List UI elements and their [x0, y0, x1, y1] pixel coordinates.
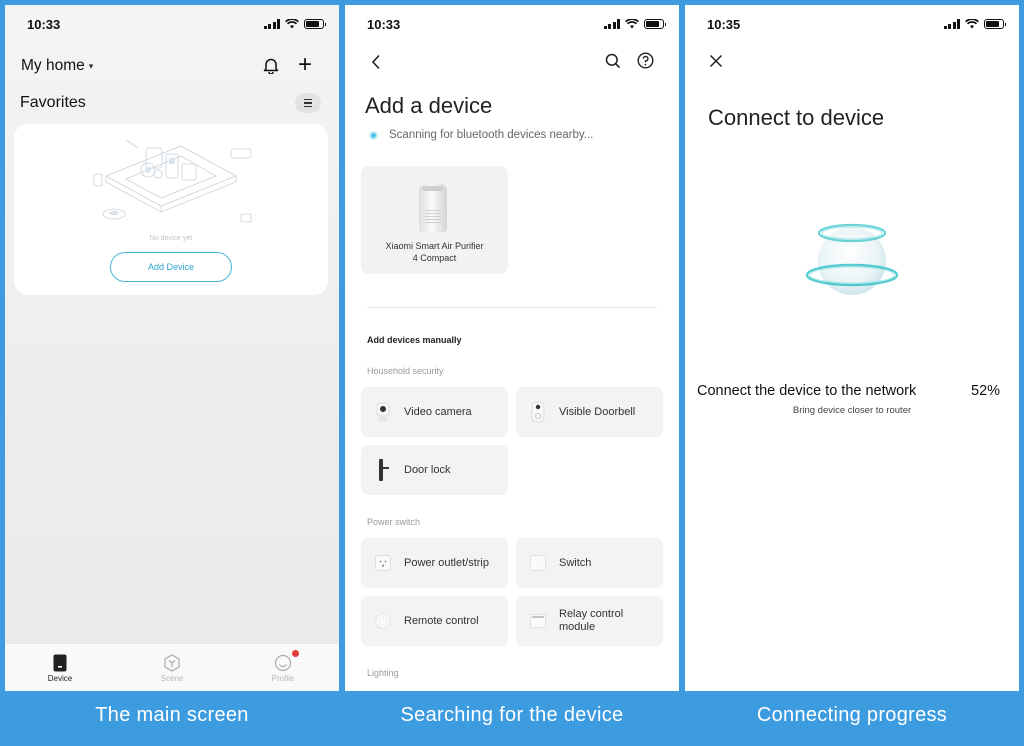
power-outlet-icon: [375, 551, 391, 575]
scanning-indicator-icon: [369, 130, 378, 140]
category-power-switch: Power switch: [367, 517, 421, 527]
relay-module-icon: [530, 609, 546, 633]
main-screen: 10:33 My home ▾ + Favorites No device ye…: [5, 5, 339, 691]
connecting-orb-icon: [805, 223, 899, 295]
tab-profile[interactable]: Profile: [253, 650, 313, 683]
device-type-switch[interactable]: Switch: [516, 538, 663, 588]
device-type-visible-doorbell[interactable]: Visible Doorbell: [516, 387, 663, 437]
status-time: 10:33: [367, 17, 401, 32]
progress-percent: 52%: [971, 383, 1001, 399]
empty-home-illustration: [93, 139, 252, 223]
scanning-status: Scanning for bluetooth devices nearby...: [369, 129, 593, 141]
empty-state-text: No device yet: [149, 235, 193, 242]
tab-device[interactable]: Device: [30, 652, 90, 683]
favorites-title: Favorites: [20, 94, 86, 111]
help-icon[interactable]: [637, 52, 654, 69]
search-icon[interactable]: [605, 53, 621, 69]
add-device-button[interactable]: Add Device: [110, 252, 232, 282]
battery-icon: [644, 19, 666, 29]
caption-connect-screen: Connecting progress: [756, 704, 948, 726]
device-type-video-camera[interactable]: Video camera: [361, 387, 508, 437]
tab-scene[interactable]: Scene: [142, 652, 202, 683]
air-purifier-icon: [419, 184, 447, 232]
cellular-signal-icon: [943, 19, 960, 29]
device-type-relay-control-module[interactable]: Relay control module: [516, 596, 663, 646]
battery-icon: [304, 19, 326, 29]
wifi-icon: [285, 19, 299, 29]
category-lighting: Lighting: [367, 668, 399, 678]
device-type-label: Switch: [559, 556, 592, 569]
page-title: Add a device: [365, 93, 493, 118]
wifi-icon: [625, 19, 639, 29]
connect-screen: 10:35 Connect to device Connect the devi…: [685, 5, 1019, 691]
door-lock-icon: [375, 458, 391, 482]
caption-main-screen: The main screen: [95, 704, 249, 726]
dropdown-caret-icon: ▾: [88, 60, 94, 71]
back-arrow-icon[interactable]: [371, 54, 381, 70]
wifi-icon: [965, 19, 979, 29]
switch-icon: [530, 551, 546, 575]
device-icon: [53, 654, 67, 672]
divider: [367, 307, 657, 308]
doorbell-icon: [530, 400, 546, 424]
favorites-card: No device yet Add Device: [14, 124, 328, 295]
notification-badge: [292, 650, 299, 657]
device-type-label: Door lock: [404, 463, 451, 476]
notification-bell-icon[interactable]: [263, 57, 279, 74]
remote-control-icon: [375, 609, 391, 633]
favorites-menu-icon[interactable]: [295, 93, 321, 113]
scanning-text: Scanning for bluetooth devices nearby...: [389, 129, 594, 141]
status-time: 10:33: [27, 17, 61, 32]
tab-profile-label: Profile: [271, 674, 295, 683]
tab-scene-label: Scene: [160, 674, 184, 683]
status-time: 10:35: [707, 17, 741, 32]
device-type-remote-control[interactable]: Remote control: [361, 596, 508, 646]
profile-icon: [274, 654, 292, 672]
device-type-power-outlet[interactable]: Power outlet/strip: [361, 538, 508, 588]
connection-hint: Bring device closer to router: [792, 405, 912, 416]
search-screen: 10:33 Add a device Scanning for bluetoot…: [345, 5, 679, 691]
status-bar: 10:33: [345, 17, 679, 35]
page-title: Connect to device: [708, 105, 885, 130]
device-type-label: Visible Doorbell: [559, 405, 636, 418]
status-bar: 10:33: [5, 17, 339, 35]
device-type-label: Remote control: [404, 614, 479, 627]
found-device-card[interactable]: Xiaomi Smart Air Purifier 4 Compact: [361, 166, 508, 274]
home-selector-label: My home: [21, 57, 85, 74]
cellular-signal-icon: [263, 19, 280, 29]
battery-icon: [984, 19, 1006, 29]
home-selector[interactable]: My home ▾: [21, 57, 93, 75]
tab-device-label: Device: [47, 674, 73, 683]
device-type-label: Power outlet/strip: [404, 556, 489, 569]
close-icon[interactable]: [709, 54, 723, 68]
add-icon[interactable]: +: [298, 51, 312, 79]
device-type-label: Video camera: [404, 405, 472, 418]
bottom-tab-bar: Device Scene Profile: [5, 643, 339, 691]
caption-search-screen: Searching for the device: [400, 704, 624, 726]
progress-text: Connect the device to the network: [697, 383, 917, 399]
device-type-label: Relay control module: [559, 608, 624, 633]
cellular-signal-icon: [603, 19, 620, 29]
found-device-name: Xiaomi Smart Air Purifier 4 Compact: [385, 241, 484, 263]
camera-icon: [375, 400, 391, 424]
status-bar: 10:35: [685, 17, 1019, 35]
category-household-security: Household security: [367, 366, 444, 376]
manual-heading: Add devices manually: [367, 335, 462, 345]
scene-icon: [164, 654, 180, 672]
device-type-door-lock[interactable]: Door lock: [361, 445, 508, 495]
